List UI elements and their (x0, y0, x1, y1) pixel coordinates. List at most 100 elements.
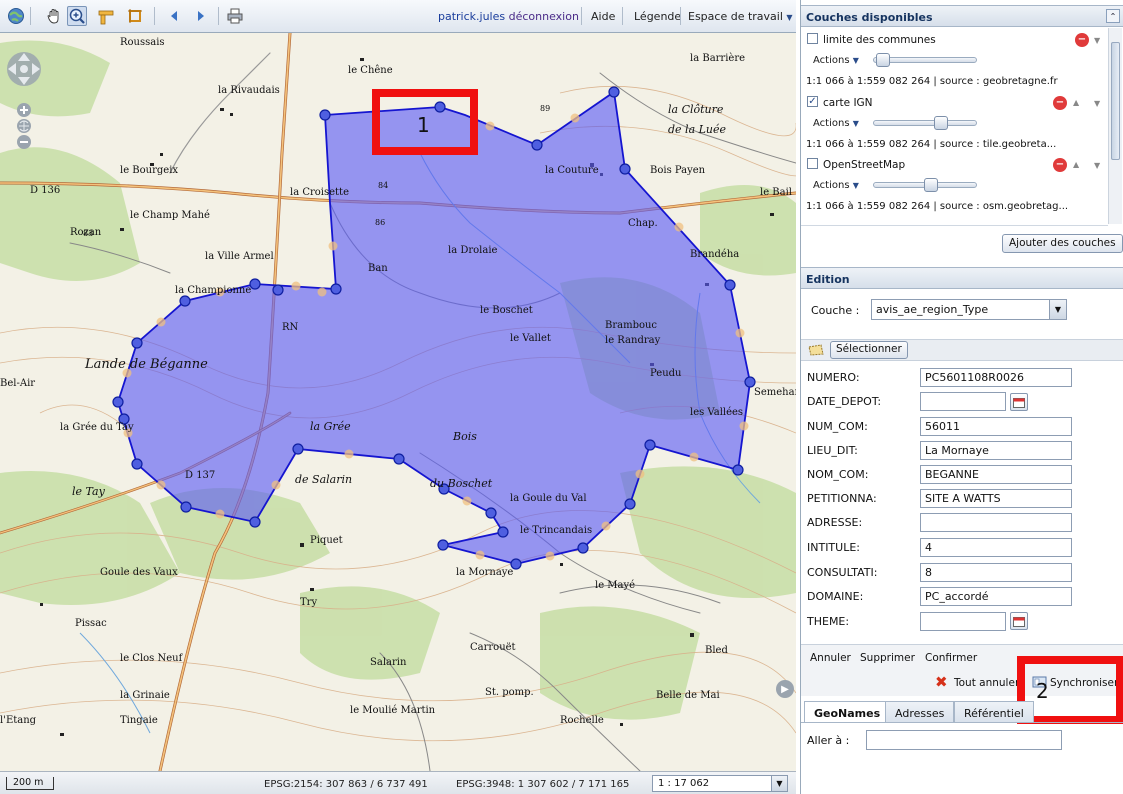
adresse-field[interactable] (920, 513, 1072, 532)
measure-area-icon[interactable] (125, 6, 145, 26)
actions-label: Actions (813, 55, 850, 66)
petitionna-field[interactable]: SITE A WATTS (920, 489, 1072, 508)
map-place-label: les Vallées (690, 407, 743, 418)
history-forward-icon[interactable] (191, 6, 211, 26)
scrollbar-thumb[interactable] (1111, 42, 1120, 160)
move-down-icon[interactable]: ▼ (1094, 36, 1100, 45)
legend-link[interactable]: Légende (634, 10, 681, 23)
consultati-field[interactable]: 8 (920, 563, 1072, 582)
nom-com-field[interactable]: BEGANNE (920, 465, 1072, 484)
layer-source: 1:1 066 à 1:559 082 264 | source : geobr… (806, 76, 1058, 87)
select-button[interactable]: Sélectionner (830, 341, 908, 359)
scale-select[interactable]: 1 : 17 062 ▼ (652, 775, 788, 792)
move-down-icon[interactable]: ▼ (1094, 161, 1100, 170)
opacity-slider[interactable] (873, 116, 977, 130)
map-place-label: Carrouët (470, 642, 516, 653)
map-place-label: 86 (375, 218, 385, 227)
map-place-label: Pissac (75, 618, 107, 629)
zoom-in-icon[interactable] (67, 6, 87, 26)
domaine-field[interactable]: PC_accordé (920, 587, 1072, 606)
layer-actions-menu[interactable]: Actions ▼ (813, 180, 859, 191)
calendar-icon[interactable] (1010, 393, 1028, 411)
layer-name: limite des communes (823, 34, 936, 46)
move-up-icon[interactable]: ▲ (1073, 160, 1079, 169)
map-place-label: le Mayé (595, 580, 635, 591)
opacity-slider[interactable] (873, 178, 977, 192)
layers-panel-header: Couches disponibles ⌃ (801, 5, 1123, 27)
map-place-label: Roussais (120, 37, 165, 48)
slider-thumb[interactable] (876, 53, 890, 67)
map-place-label: la Championne (175, 285, 251, 296)
status-bar: 200 m EPSG:2154: 307 863 / 6 737 491 EPS… (0, 771, 796, 794)
map-place-label: le Tay (72, 485, 106, 498)
map-place-label: Salarin (370, 657, 407, 668)
layer-item: OpenStreetMap − ▲ ▼ Actions ▼ 1:1 066 à … (801, 155, 1107, 217)
pan-hand-icon[interactable] (44, 6, 64, 26)
chevron-down-icon: ▼ (771, 776, 787, 791)
pan-zoom-control[interactable] (4, 47, 44, 157)
collapse-icon[interactable]: ⌃ (1106, 9, 1120, 23)
map-place-label: Bled (705, 645, 728, 656)
delete-button[interactable]: Supprimer (860, 652, 915, 664)
tab-referentiel[interactable]: Référentiel (954, 701, 1034, 723)
measure-length-icon[interactable] (96, 6, 116, 26)
theme-picker-icon[interactable] (1010, 612, 1028, 630)
layer-actions-menu[interactable]: Actions ▼ (813, 55, 859, 66)
globe-icon[interactable] (6, 6, 26, 26)
logout-link[interactable]: déconnexion (509, 10, 579, 23)
map-place-label: de Salarin (295, 473, 352, 486)
cancel-all-button[interactable]: Tout annuler (954, 677, 1019, 689)
print-icon[interactable] (225, 6, 245, 26)
map-place-label: le Boschet (480, 305, 533, 316)
expand-panel-icon[interactable]: ▶ (776, 680, 794, 698)
numero-field[interactable]: PC5601108R0026 (920, 368, 1072, 387)
field-label-consultati: CONSULTATI: (807, 566, 878, 579)
map-canvas[interactable]: Roussais le Chêne la Barrière la Rivaudais l… (0, 33, 796, 771)
goto-input[interactable] (866, 730, 1062, 750)
help-link[interactable]: Aide (591, 10, 615, 23)
workspace-menu[interactable]: Espace de travail ▼ (688, 10, 793, 23)
opacity-slider[interactable] (873, 53, 977, 67)
layers-scrollbar[interactable] (1108, 28, 1122, 224)
field-label-domaine: DOMAINE: (807, 590, 864, 603)
cancel-button[interactable]: Annuler (810, 652, 851, 664)
remove-layer-icon[interactable]: − (1053, 158, 1067, 172)
slider-thumb[interactable] (934, 116, 948, 130)
move-up-icon[interactable]: ▲ (1073, 98, 1079, 107)
confirm-button[interactable]: Confirmer (925, 652, 977, 664)
remove-layer-icon[interactable]: − (1075, 33, 1089, 47)
map-place-label: de la Luée (668, 123, 727, 136)
field-label-numero: NUMERO: (807, 371, 860, 384)
tab-adresses[interactable]: Adresses (885, 701, 955, 723)
layer-actions-menu[interactable]: Actions ▼ (813, 118, 859, 129)
layer-item: ✓ carte IGN − ▲ ▼ Actions ▼ 1:1 066 à 1:… (801, 93, 1107, 155)
layer-select[interactable]: avis_ae_region_Type ▼ (871, 299, 1067, 320)
map-place-label: Bois (452, 430, 477, 443)
date-depot-field[interactable] (920, 392, 1006, 411)
right-panel: Couches disponibles ⌃ limite des commune… (800, 0, 1123, 794)
num-com-field[interactable]: 56011 (920, 417, 1072, 436)
move-down-icon[interactable]: ▼ (1094, 99, 1100, 108)
layer-visibility-checkbox[interactable] (807, 158, 818, 169)
layer-name: OpenStreetMap (823, 159, 906, 171)
remove-layer-icon[interactable]: − (1053, 96, 1067, 110)
layer-visibility-checkbox[interactable] (807, 33, 818, 44)
map-place-label: le Champ Mahé (130, 210, 210, 221)
map-place-label: Semehan (754, 387, 796, 398)
tab-geonames[interactable]: GeoNames (804, 701, 891, 723)
chevron-down-icon: ▼ (1049, 300, 1066, 319)
field-label-intitule: INTITULE: (807, 541, 860, 554)
history-back-icon[interactable] (164, 6, 184, 26)
annotation-label-1: 1 (417, 113, 430, 137)
edition-toolbar: Sélectionner (801, 339, 1123, 361)
field-label-num-com: NUM_COM: (807, 420, 868, 433)
map-place-label: Piquet (310, 535, 343, 546)
map-place-label: le Bourgeix (120, 165, 178, 176)
lieu-dit-field[interactable]: La Mornaye (920, 441, 1072, 460)
theme-field[interactable] (920, 612, 1006, 631)
map-place-label: 89 (540, 104, 550, 113)
slider-thumb[interactable] (924, 178, 938, 192)
intitule-field[interactable]: 4 (920, 538, 1072, 557)
layer-visibility-checkbox[interactable]: ✓ (807, 96, 818, 107)
add-layers-button[interactable]: Ajouter des couches (1002, 234, 1123, 253)
